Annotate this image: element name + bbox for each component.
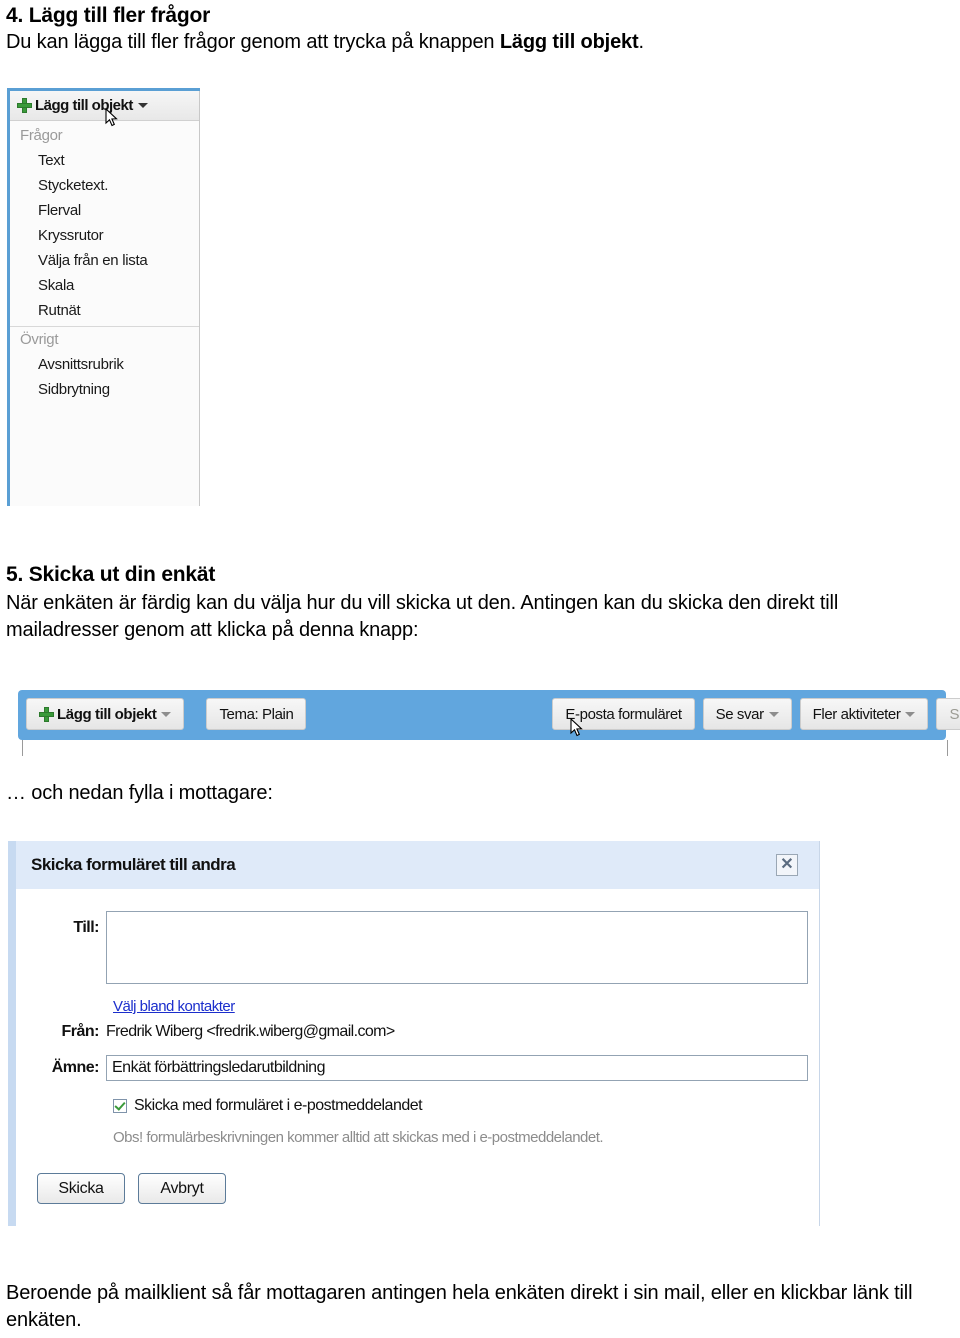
section-4-paragraph: Du kan lägga till fler frågor genom att … — [6, 29, 956, 56]
toolbar-more-actions-label: Fler aktiviteter — [812, 705, 901, 723]
send-button[interactable]: Skicka — [37, 1173, 125, 1204]
form-toolbar: Lägg till objekt Tema: Plain E-posta for… — [26, 698, 960, 730]
toolbar-more-actions-button[interactable]: Fler aktiviteter — [799, 698, 929, 730]
menu-item-section-header[interactable]: Avsnittsrubrik — [10, 352, 200, 377]
to-input[interactable] — [106, 911, 808, 984]
choose-from-contacts-link[interactable]: Välj bland kontakter — [113, 998, 235, 1015]
menu-item-multiple-choice[interactable]: Flerval — [10, 198, 200, 223]
from-field-row: Från: Fredrik Wiberg <fredrik.wiberg@gma… — [16, 1023, 819, 1041]
chevron-down-icon — [161, 711, 172, 717]
toolbar-theme-label: Tema: Plain — [219, 705, 294, 723]
dialog-note: Obs! formulärbeskrivningen kommer alltid… — [113, 1129, 604, 1146]
from-field-label: Från: — [61, 1023, 100, 1040]
toolbar-view-responses-label: Se svar — [715, 705, 764, 723]
toolbar-email-form-button[interactable]: E-posta formuläret — [552, 698, 695, 730]
menu-group-label-questions: Frågor — [20, 127, 63, 144]
menu-item-paragraph-text[interactable]: Stycketext. — [10, 173, 200, 198]
toolbar-email-form-label: E-posta formuläret — [565, 705, 682, 723]
send-form-dialog-screenshot: Skicka formuläret till andra ✕ Till: Väl… — [8, 841, 820, 1226]
section-5-paragraph: När enkäten är färdig kan du välja hur d… — [6, 592, 839, 641]
toolbar-theme-button[interactable]: Tema: Plain — [206, 698, 307, 730]
menu-item-scale[interactable]: Skala — [10, 273, 200, 298]
toolbar-saved-label: Sparat — [949, 705, 960, 723]
toolbar-saved-status: Sparat — [936, 698, 960, 730]
toolbar-add-item-label: Lägg till objekt — [57, 705, 157, 723]
toolbar-add-item-button[interactable]: Lägg till objekt — [26, 698, 185, 730]
section-4-heading: 4. Lägg till fler frågor — [6, 4, 211, 27]
toolbar-view-responses-button[interactable]: Se svar — [702, 698, 792, 730]
form-toolbar-screenshot: Lägg till objekt Tema: Plain E-posta for… — [18, 690, 960, 740]
include-form-checkbox-row[interactable]: Skicka med formuläret i e-postmeddelande… — [113, 1097, 423, 1115]
add-item-button-label: Lägg till objekt — [35, 97, 133, 114]
dialog-title: Skicka formuläret till andra — [31, 855, 236, 874]
chevron-down-icon — [768, 711, 779, 717]
menu-item-checkboxes[interactable]: Kryssrutor — [10, 223, 200, 248]
menu-item-choose-from-list[interactable]: Välja från en lista — [10, 248, 200, 273]
dialog-button-row: Skicka Avbryt — [37, 1173, 226, 1204]
plus-icon — [39, 706, 54, 722]
form-canvas-area — [22, 740, 948, 756]
section-4-paragraph-bold: Lägg till objekt — [499, 31, 639, 53]
chevron-down-icon — [905, 711, 916, 717]
close-icon[interactable]: ✕ — [776, 854, 798, 876]
mid-caption: … och nedan fylla i mottagare: — [6, 782, 273, 804]
plus-icon — [17, 98, 32, 113]
add-item-menu-list: Frågor Text Stycketext. Flerval Kryssrut… — [10, 121, 200, 402]
menu-item-grid[interactable]: Rutnät — [10, 298, 200, 323]
menu-item-text[interactable]: Text — [10, 148, 200, 173]
include-form-checkbox[interactable] — [113, 1099, 127, 1113]
menu-item-page-break[interactable]: Sidbrytning — [10, 377, 200, 402]
add-item-button[interactable]: Lägg till objekt — [10, 91, 200, 121]
bottom-paragraph: Beroende på mailklient så får mottagaren… — [6, 1282, 913, 1331]
subject-input[interactable]: Enkät förbättringsledarutbildning — [106, 1055, 808, 1081]
section-5-heading: 5. Skicka ut din enkät — [6, 563, 216, 586]
subject-field-row: Ämne: Enkät förbättringsledarutbildning — [16, 1055, 819, 1081]
to-field-label: Till: — [73, 919, 99, 936]
dialog-titlebar: Skicka formuläret till andra ✕ — [16, 841, 819, 889]
include-form-checkbox-label: Skicka med formuläret i e-postmeddelande… — [134, 1097, 423, 1114]
cancel-button[interactable]: Avbryt — [138, 1173, 226, 1204]
to-field-row: Till: — [16, 911, 819, 984]
from-field-value: Fredrik Wiberg <fredrik.wiberg@gmail.com… — [106, 1023, 395, 1040]
menu-group-label-other: Övrigt — [20, 331, 59, 348]
section-4-paragraph-text-after: . — [638, 31, 645, 53]
subject-field-label: Ämne: — [51, 1059, 100, 1076]
add-item-menu-screenshot: Lägg till objekt Frågor Text Stycketext.… — [7, 88, 200, 506]
section-4-paragraph-text-before: Du kan lägga till fler frågor genom att … — [6, 31, 500, 53]
chevron-down-icon — [137, 103, 148, 108]
